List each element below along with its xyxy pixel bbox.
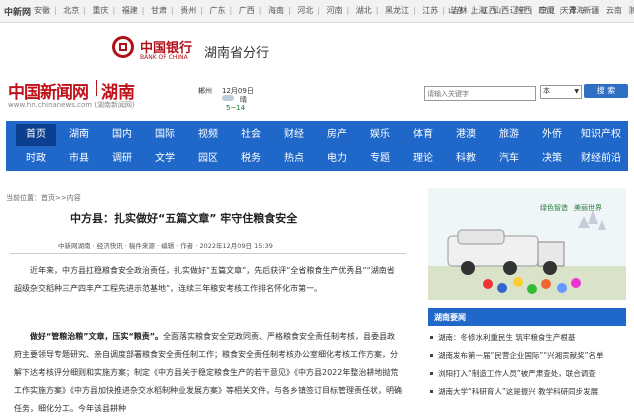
nav-item[interactable]: 电力 bbox=[317, 148, 357, 170]
bank-branch: 湖南省分行 bbox=[204, 46, 270, 61]
weather-widget: 郴州 12月09日 晴 5~14 bbox=[198, 86, 278, 116]
nav-item[interactable]: 娱乐 bbox=[360, 124, 400, 146]
nav-item-home[interactable]: 首页 bbox=[16, 124, 56, 146]
nav-item[interactable]: 湖南 bbox=[59, 124, 99, 146]
nav-item[interactable]: 国际 bbox=[145, 124, 185, 146]
breadcrumb[interactable]: 当前位置：首页>>内容 bbox=[6, 193, 81, 203]
bank-name-en: BANK OF CHINA bbox=[140, 54, 188, 61]
nav-item[interactable]: 理论 bbox=[403, 148, 443, 170]
region-link[interactable]: 安徽 bbox=[34, 6, 50, 15]
nav-item[interactable]: 文学 bbox=[145, 148, 185, 170]
article-paragraph: 近年来，中方县扛稳粮食安全政治责任，扎实做好“五篇文章”，先后获评“全省粮食生产… bbox=[14, 266, 395, 293]
search-scope-select[interactable]: 本 ▼ bbox=[540, 85, 582, 99]
region-link[interactable]: 江苏 bbox=[422, 6, 438, 15]
banner-slogan: 绿色智造 bbox=[540, 203, 568, 212]
search-input[interactable] bbox=[424, 86, 536, 101]
main-nav: 首页 湖南 国内 国际 视频 社会 财经 房产 娱乐 体育 港澳 旅游 外侨 知… bbox=[6, 121, 628, 171]
nav-item[interactable]: 税务 bbox=[231, 148, 271, 170]
search-button[interactable]: 搜 索 bbox=[584, 84, 628, 98]
region-link[interactable]: 黑龙江 bbox=[385, 6, 409, 15]
region-link[interactable]: 河北 bbox=[297, 6, 313, 15]
nav-item[interactable]: 财经前沿 bbox=[576, 148, 626, 170]
nav-item[interactable]: 房产 bbox=[317, 124, 357, 146]
search-scope-value: 本 bbox=[543, 87, 550, 95]
nav-item[interactable]: 专题 bbox=[360, 148, 400, 170]
nav-item[interactable]: 科教 bbox=[446, 148, 486, 170]
region-link[interactable]: 北京 bbox=[63, 6, 79, 15]
region-link[interactable]: 福建 bbox=[122, 6, 138, 15]
region-link[interactable]: 广西 bbox=[239, 6, 255, 15]
nav-item[interactable]: 热点 bbox=[274, 148, 314, 170]
nav-item[interactable]: 知识产权 bbox=[576, 124, 626, 146]
region-link[interactable]: 甘肃 bbox=[151, 6, 167, 15]
region-link[interactable]: 新疆 bbox=[583, 6, 599, 15]
top-brand-link[interactable]: 中新网 bbox=[4, 5, 31, 18]
site-url: www.hn.chinanews.com (湖南新闻网) bbox=[8, 101, 135, 109]
region-link[interactable]: 贵州 bbox=[180, 6, 196, 15]
logo-divider bbox=[96, 80, 97, 96]
nav-item[interactable]: 社会 bbox=[231, 124, 271, 146]
nav-item[interactable]: 体育 bbox=[403, 124, 443, 146]
region-link[interactable]: 广东 bbox=[210, 6, 226, 15]
region-link[interactable]: 河南 bbox=[327, 6, 343, 15]
region-link[interactable]: 上海 bbox=[471, 6, 487, 15]
region-link[interactable]: 山东 bbox=[448, 6, 464, 15]
related-news-title: 湖南要闻 bbox=[434, 313, 466, 322]
ad-banner[interactable]: 绿色智造 美丽世界 bbox=[428, 188, 626, 300]
nav-item[interactable]: 视频 bbox=[188, 124, 228, 146]
related-news-item[interactable]: 湖南：冬修水利重民生 筑牢粮食生产根基 bbox=[430, 332, 630, 350]
bank-logo-icon bbox=[112, 36, 134, 58]
nav-item[interactable]: 港澳 bbox=[446, 124, 486, 146]
region-links-right: 山东 上海 山西 陕西 四川 天津 新疆 云南 浙江 bbox=[448, 5, 634, 16]
chevron-down-icon: ▼ bbox=[574, 88, 579, 95]
region-link[interactable]: 云南 bbox=[606, 6, 622, 15]
related-news-header: 湖南要闻 bbox=[428, 308, 626, 326]
region-link[interactable]: 天津 bbox=[561, 6, 577, 15]
related-news-item[interactable]: 湖南发布第一届“民营企业国际”“兴湘贡献奖”名单 bbox=[430, 350, 630, 368]
region-link[interactable]: 陕西 bbox=[516, 6, 532, 15]
site-logo[interactable]: 中国新闻网 湖南 www.hn.chinanews.com (湖南新闻网) bbox=[8, 78, 148, 112]
region-link[interactable]: 湖北 bbox=[356, 6, 372, 15]
related-news-item[interactable]: 浏阳打入“制造工作人员”被严肃查处，联合调查 bbox=[430, 368, 630, 386]
top-region-bar: 中新网 安徽 | 北京 | 重庆 | 福建 | 甘肃 | 贵州 | 广东 | 广西 | 海南 | … bbox=[0, 0, 634, 23]
region-link[interactable]: 山西 bbox=[493, 6, 509, 15]
truck-banner-image: 绿色智造 美丽世界 bbox=[428, 188, 626, 300]
paragraph-body: 全面落实粮食安全党政同责、严格粮食安全责任制考核，县委县政府主要领导专题研究、亲… bbox=[14, 332, 402, 413]
region-link[interactable]: 重庆 bbox=[93, 6, 109, 15]
article-divider bbox=[10, 253, 406, 254]
nav-item[interactable]: 国内 bbox=[102, 124, 142, 146]
sun-cloud-icon bbox=[222, 95, 234, 101]
nav-item[interactable]: 汽车 bbox=[489, 148, 529, 170]
nav-item[interactable]: 外侨 bbox=[532, 124, 572, 146]
paragraph-lead: 做好“管粮治粮”文章，压实“粮责”。 bbox=[30, 332, 164, 341]
nav-item[interactable]: 决策 bbox=[532, 148, 572, 170]
related-news-list: 湖南：冬修水利重民生 筑牢粮食生产根基 湖南发布第一届“民营企业国际”“兴湘贡献… bbox=[430, 332, 630, 404]
nav-item[interactable]: 调研 bbox=[102, 148, 142, 170]
banner-slogan-2: 美丽世界 bbox=[574, 203, 602, 212]
nav-item[interactable]: 时政 bbox=[16, 148, 56, 170]
nav-item[interactable]: 园区 bbox=[188, 148, 228, 170]
region-link[interactable]: 浙江 bbox=[628, 6, 634, 15]
nav-item[interactable]: 市县 bbox=[59, 148, 99, 170]
nav-item[interactable]: 旅游 bbox=[489, 124, 529, 146]
article-title: 中方县：扎实做好“五篇文章” 牢守住粮食安全 bbox=[70, 212, 298, 225]
related-news-item[interactable]: 湖南大学“科研育人”这是振兴 教学科研同步发展 bbox=[430, 386, 630, 404]
weather-temp: 5~14 bbox=[226, 104, 246, 112]
region-link[interactable]: 四川 bbox=[538, 6, 554, 15]
bank-ad-banner[interactable]: 中国银行 BANK OF CHINA 湖南省分行 bbox=[104, 34, 314, 72]
nav-item[interactable]: 财经 bbox=[274, 124, 314, 146]
article-paragraph: 做好“管粮治粮”文章，压实“粮责”。全面落实粮食安全党政同责、严格粮食安全责任制… bbox=[14, 328, 402, 418]
weather-city: 郴州 bbox=[198, 87, 212, 95]
region-link[interactable]: 海南 bbox=[268, 6, 284, 15]
article-meta: 中新网湖南 · 经济快讯 · 稿件来源 · 编辑 · 作者 · 2022年12月… bbox=[58, 242, 273, 250]
